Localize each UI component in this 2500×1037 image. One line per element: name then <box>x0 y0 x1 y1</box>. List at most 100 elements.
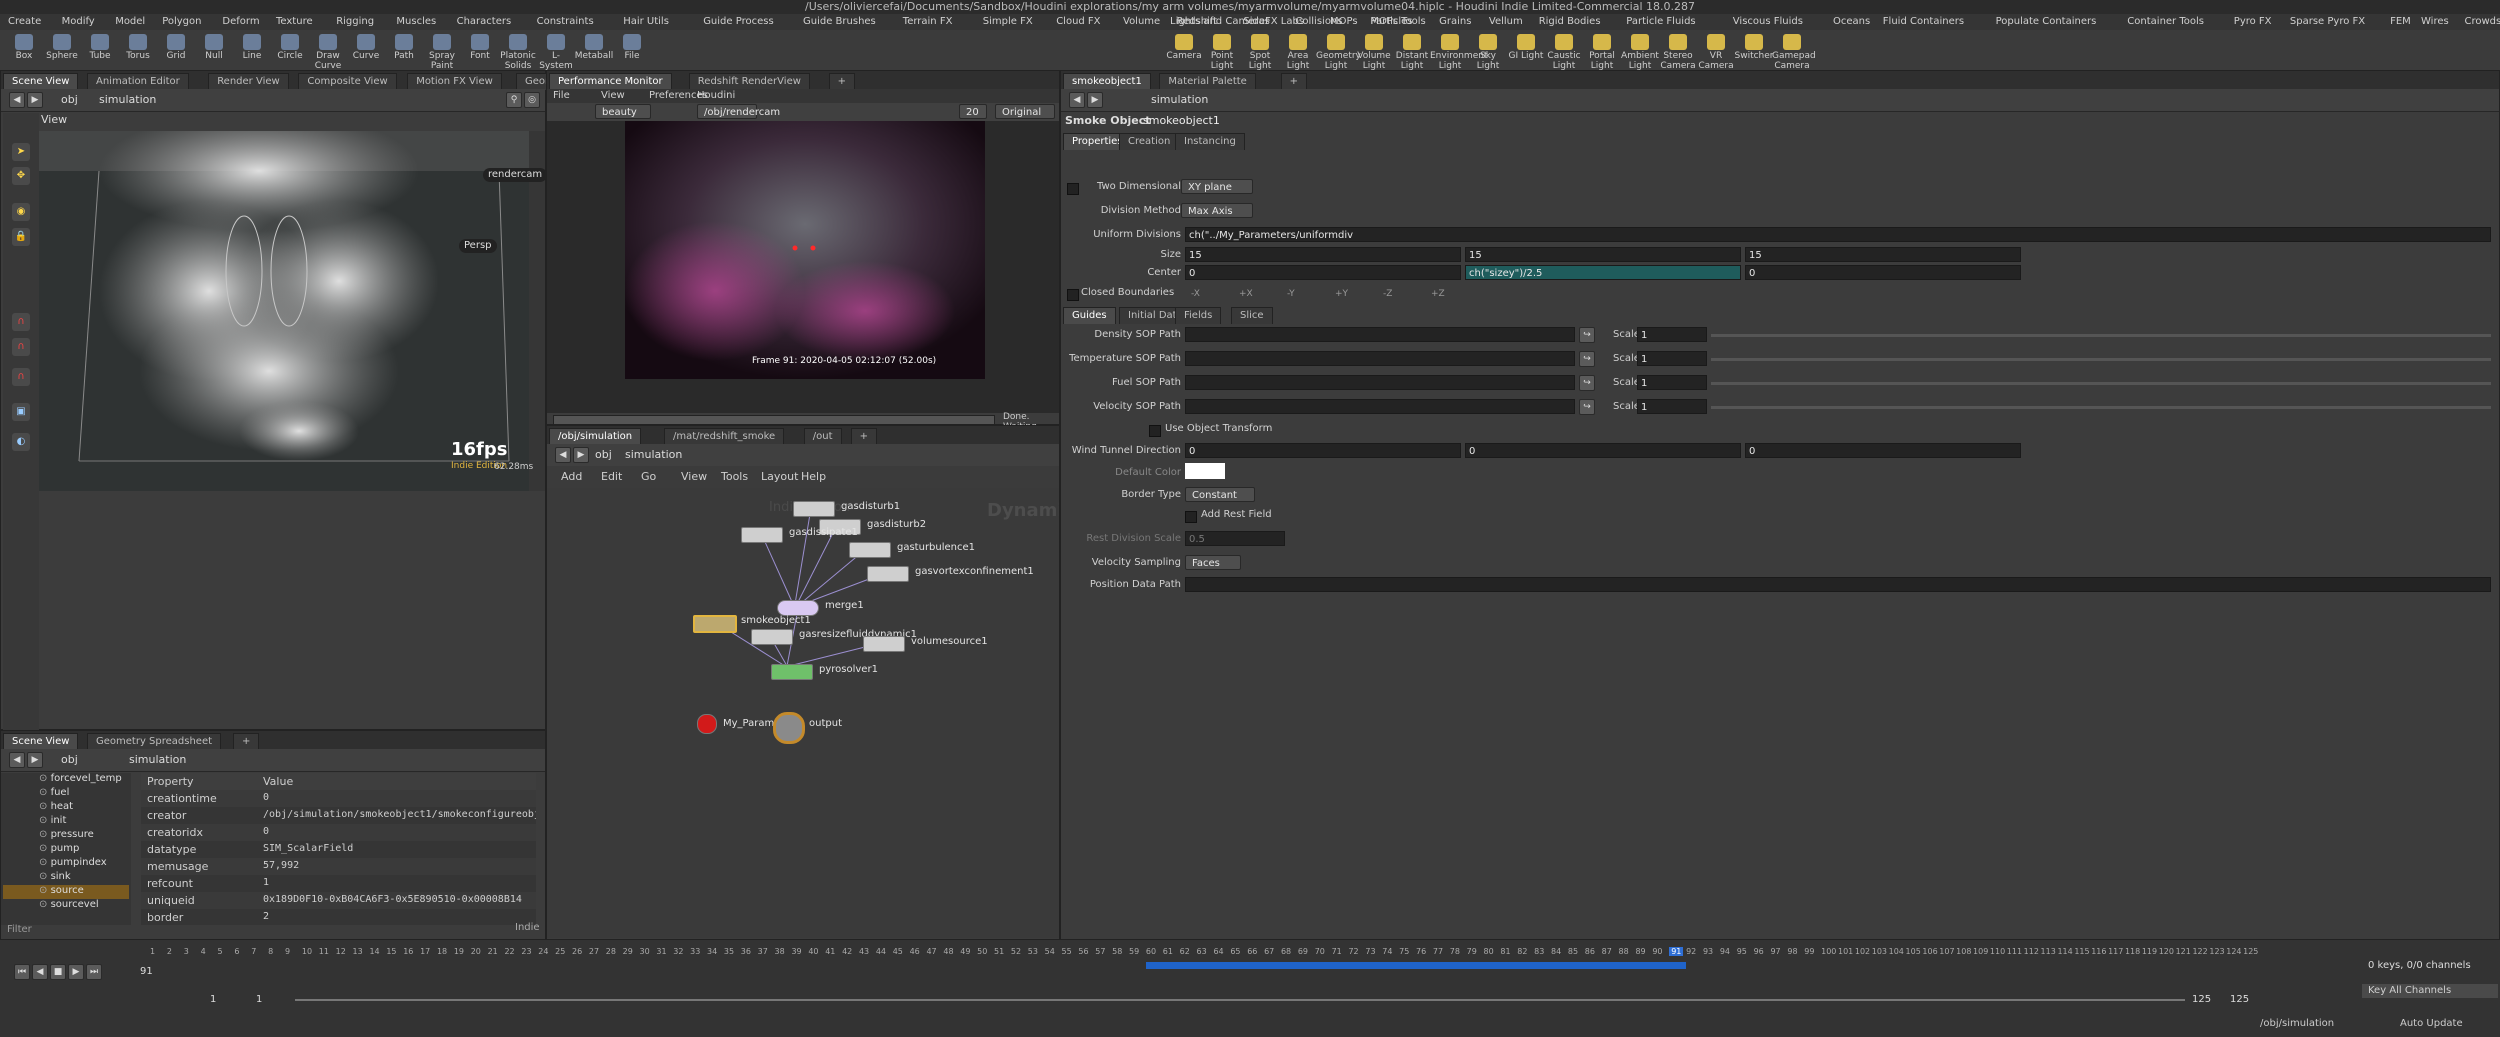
boundary-toggle-5[interactable]: +Z <box>1431 289 1445 299</box>
snap-icon[interactable]: ∩ <box>12 338 30 356</box>
visibility-icon[interactable]: ⊙ <box>39 801 51 812</box>
boundary-toggle-4[interactable]: -Z <box>1383 289 1392 299</box>
menu-vellum[interactable]: Vellum <box>1489 14 1523 30</box>
menu-lights-and-cameras[interactable]: Lights and Cameras <box>1170 14 1270 30</box>
end-frame[interactable]: 125 <box>2192 994 2211 1005</box>
tree-item[interactable]: ⊙ fuel <box>3 787 129 801</box>
size-dropdown[interactable]: Original Size <box>995 104 1055 133</box>
menu-viscous-fluids[interactable]: Viscous Fluids <box>1733 14 1803 30</box>
aov-dropdown[interactable]: beauty <box>595 104 651 119</box>
play-icon[interactable]: ▶ <box>68 964 84 980</box>
zoom-dropdown[interactable]: 20 % <box>959 104 987 133</box>
boundary-toggle-2[interactable]: -Y <box>1287 289 1295 299</box>
path-simulation[interactable]: simulation <box>99 93 156 106</box>
path-obj[interactable]: obj <box>595 448 612 461</box>
network-canvas[interactable]: Indie Edition Dynamics gasdisturb1 gasdi… <box>547 488 1059 938</box>
visibility-icon[interactable]: ⊙ <box>39 899 51 910</box>
scale-slider[interactable] <box>1711 358 2491 361</box>
size-field-2[interactable]: 15 <box>1745 247 2021 262</box>
tab-scene-view[interactable]: Scene View <box>3 733 79 750</box>
tab--mat-redshift-smoke[interactable]: /mat/redshift_smoke <box>664 428 785 445</box>
size-field-0[interactable]: 15 <box>1185 247 1461 262</box>
tab-motion-fx-view[interactable]: Motion FX View <box>407 73 502 90</box>
size-field-1[interactable]: 15 <box>1465 247 1741 262</box>
path-obj[interactable]: obj <box>61 93 78 106</box>
menu-constraints[interactable]: Constraints <box>537 14 594 30</box>
stop-icon[interactable]: ■ <box>50 964 66 980</box>
menu-muscles[interactable]: Muscles <box>396 14 436 30</box>
tab-redshift-renderview[interactable]: Redshift RenderView <box>688 73 810 90</box>
plane-dropdown[interactable]: XY plane <box>1181 179 1253 194</box>
menu-create[interactable]: Create <box>8 14 41 30</box>
shelf-box[interactable]: Box <box>4 32 44 68</box>
menu-characters[interactable]: Characters <box>457 14 512 30</box>
center-field-1[interactable]: ch("sizey")/2.5 <box>1465 265 1741 280</box>
tab-performance-monitor[interactable]: Performance Monitor <box>549 73 672 90</box>
shelf-environment-light[interactable]: Environment Light <box>1430 32 1487 71</box>
shelf-volume-light[interactable]: Volume Light <box>1354 32 1394 71</box>
tree-item[interactable]: ⊙ init <box>3 815 129 829</box>
first-frame-icon[interactable]: ⏮ <box>14 964 30 980</box>
boundary-toggle-3[interactable]: +Y <box>1335 289 1348 299</box>
menu-modify[interactable]: Modify <box>62 14 95 30</box>
menu-cloud-fx[interactable]: Cloud FX <box>1056 14 1100 30</box>
shelf-metaball[interactable]: Metaball <box>574 32 614 68</box>
menu-deform[interactable]: Deform <box>222 14 259 30</box>
menu-polygon[interactable]: Polygon <box>162 14 201 30</box>
menu-texture[interactable]: Texture <box>276 14 313 30</box>
render-canvas[interactable]: Frame 91: 2020-04-05 02:12:07 (52.00s) <box>547 121 1059 413</box>
dop-data-tree[interactable]: ⊙ forcevel_temp ⊙ fuel ⊙ heat ⊙ init ⊙ press… <box>1 773 131 925</box>
camera-menu[interactable]: rendercam <box>483 168 548 182</box>
end-frame-2[interactable]: 125 <box>2230 994 2249 1005</box>
add-tab-icon[interactable]: + <box>850 428 877 445</box>
tree-item[interactable]: ⊙ sink <box>3 871 129 885</box>
add-tab-icon[interactable]: + <box>1280 73 1307 90</box>
sop-path-field-0[interactable] <box>1185 327 1575 342</box>
boundary-toggle-0[interactable]: -X <box>1191 289 1200 299</box>
shelf-null[interactable]: Null <box>194 32 234 68</box>
menu-container-tools[interactable]: Container Tools <box>2127 14 2204 30</box>
rest-division-field[interactable]: 0.5 <box>1185 531 1285 546</box>
network-menu-view[interactable]: View <box>681 466 707 488</box>
current-frame-field[interactable]: 91 <box>140 966 153 977</box>
forward-arrow-icon[interactable]: ▶ <box>27 752 43 768</box>
tree-item[interactable]: ⊙ forcevel_temp <box>3 773 129 787</box>
boundary-toggle-1[interactable]: +X <box>1239 289 1253 299</box>
back-arrow-icon[interactable]: ◀ <box>9 752 25 768</box>
visibility-icon[interactable]: ⊙ <box>39 787 51 798</box>
menu-volume[interactable]: Volume <box>1123 14 1160 30</box>
camera-tool-icon[interactable]: ▣ <box>12 403 30 421</box>
back-arrow-icon[interactable]: ◀ <box>9 92 25 108</box>
menu-fem[interactable]: FEM <box>2390 14 2411 30</box>
network-menu-add[interactable]: Add <box>561 466 582 488</box>
shelf-sky-light[interactable]: Sky Light <box>1468 32 1508 71</box>
menu-sparse-pyro-fx[interactable]: Sparse Pyro FX <box>2290 14 2365 30</box>
menu-crowds[interactable]: Crowds <box>2465 14 2500 30</box>
wind-field-1[interactable]: 0 <box>1465 443 1741 458</box>
render-menu-houdini[interactable]: Houdini <box>697 89 735 103</box>
tree-item[interactable]: ⊙ pumpindex <box>3 857 129 871</box>
add-tab-icon[interactable]: + <box>233 733 260 750</box>
shelf-line[interactable]: Line <box>232 32 272 68</box>
tab-geometry-spreadsheet[interactable]: Geometry Spreadsheet <box>87 733 222 750</box>
visibility-icon[interactable]: ⊙ <box>39 857 51 868</box>
menu-rigid-bodies[interactable]: Rigid Bodies <box>1539 14 1601 30</box>
link-icon[interactable]: ◎ <box>524 92 540 108</box>
column-header-value[interactable]: Value <box>263 775 293 788</box>
params-tab2-fields[interactable]: Fields <box>1175 307 1222 324</box>
menu-particles[interactable]: Particles <box>1370 14 1412 30</box>
shelf-sphere[interactable]: Sphere <box>42 32 82 68</box>
start-frame[interactable]: 1 <box>210 994 216 1005</box>
forward-arrow-icon[interactable]: ▶ <box>573 447 589 463</box>
tab-smokeobject1[interactable]: smokeobject1 <box>1063 73 1151 90</box>
sop-path-field-1[interactable] <box>1185 351 1575 366</box>
shelf-draw-curve[interactable]: Draw Curve <box>308 32 348 71</box>
wind-field-2[interactable]: 0 <box>1745 443 2021 458</box>
column-header-property[interactable]: Property <box>147 775 194 788</box>
shelf-l-system[interactable]: L-System <box>536 32 576 71</box>
3d-viewport[interactable] <box>39 131 529 491</box>
path-obj[interactable]: obj <box>61 753 78 766</box>
shelf-stereo-camera[interactable]: Stereo Camera <box>1658 32 1698 71</box>
scale-slider[interactable] <box>1711 334 2491 337</box>
visibility-icon[interactable]: ⊙ <box>39 815 51 826</box>
